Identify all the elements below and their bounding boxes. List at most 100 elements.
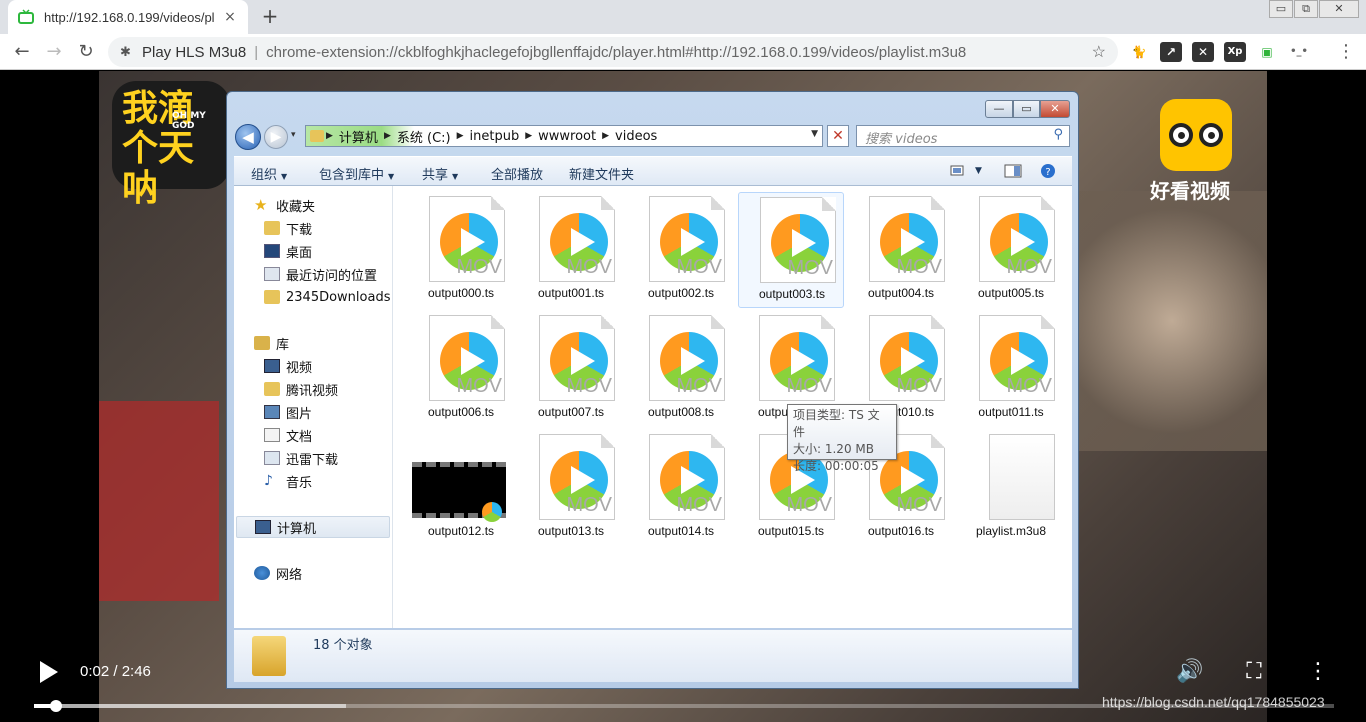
bookmark-star-icon[interactable]: ☆ <box>1092 42 1106 62</box>
search-icon[interactable]: ⚲ <box>1053 127 1063 142</box>
face-extension-icon[interactable]: •_• <box>1288 42 1310 62</box>
play-all-button[interactable]: 全部播放 <box>491 164 543 183</box>
view-options-icon[interactable] <box>950 163 968 179</box>
nav-network[interactable]: 网络 <box>254 563 302 583</box>
browser-tab[interactable]: http://192.168.0.199/videos/pl × <box>8 0 248 34</box>
explorer-body: ★ 收藏夹 下载 桌面 最近访问的位置 2345Downloads 库 视频 腾讯… <box>234 186 1072 628</box>
seek-handle[interactable] <box>50 700 63 712</box>
explorer-address-bar[interactable]: ▶ 计算机 ▶ 系统 (C:) ▶ inetpub ▶ wwwroot ▶ vi… <box>305 125 823 147</box>
nav-recent-places[interactable]: 最近访问的位置 <box>264 264 377 284</box>
volume-icon[interactable]: 🔊 <box>1176 659 1204 685</box>
maximize-button[interactable]: ▭ <box>1013 100 1040 118</box>
new-folder-button[interactable]: 新建文件夹 <box>569 164 634 183</box>
breadcrumb-drive[interactable]: 系统 (C:) <box>397 127 451 146</box>
file-item[interactable]: MOV output003.ts <box>738 192 844 308</box>
recent-pages-icon[interactable]: ▾ <box>291 130 296 140</box>
file-item[interactable]: MOV output013.ts <box>518 430 624 546</box>
nav-xunlei-downloads[interactable]: 迅雷下载 <box>264 448 338 468</box>
breadcrumb-computer[interactable]: 计算机 <box>339 127 378 146</box>
include-label: 包含到库中 <box>319 168 385 183</box>
close-window-button[interactable]: ✕ <box>1319 0 1359 18</box>
file-item[interactable]: MOV output008.ts <box>628 311 734 427</box>
chevron-right-icon[interactable]: ▶ <box>326 131 333 141</box>
tab-close-icon[interactable]: × <box>222 9 238 25</box>
more-options-icon[interactable]: ⋮ <box>1304 659 1332 685</box>
fullscreen-icon[interactable]: ⛶ <box>1240 659 1268 685</box>
file-name: output006.ts <box>427 405 495 419</box>
chevron-down-icon[interactable]: ▼ <box>811 129 818 139</box>
xp-extension-icon[interactable]: Xp <box>1224 42 1246 62</box>
forward-button[interactable]: ▶ <box>264 125 288 149</box>
file-item[interactable]: MOV output004.ts <box>848 192 954 308</box>
chevron-down-icon[interactable]: ▼ <box>975 166 982 176</box>
breadcrumb-inetpub[interactable]: inetpub <box>470 129 520 144</box>
back-arrow-icon[interactable]: ← <box>10 40 34 64</box>
mov-badge: MOV <box>896 494 942 516</box>
file-name: output016.ts <box>867 524 935 538</box>
nav-desktop[interactable]: 桌面 <box>264 241 312 261</box>
file-item[interactable]: MOV output001.ts <box>518 192 624 308</box>
file-item[interactable]: MOV output000.ts <box>408 192 514 308</box>
stop-icon[interactable]: ✕ <box>827 125 849 147</box>
file-item[interactable]: MOV output014.ts <box>628 430 734 546</box>
file-name: output007.ts <box>537 405 605 419</box>
back-button[interactable]: ◀ <box>235 124 261 150</box>
desktop-label: 桌面 <box>286 245 313 261</box>
x-extension-icon[interactable]: ✕ <box>1192 42 1214 62</box>
breadcrumb-wwwroot[interactable]: wwwroot <box>538 129 596 144</box>
forward-arrow-icon[interactable]: → <box>42 40 66 64</box>
file-item[interactable]: MOV output006.ts <box>408 311 514 427</box>
extensions-bar: 🐈 ↗ ✕ Xp ▣ •_• <box>1128 42 1310 62</box>
breadcrumb-videos[interactable]: videos <box>615 129 657 144</box>
chevron-right-icon[interactable]: ▶ <box>457 131 464 141</box>
mov-badge: MOV <box>566 375 612 397</box>
file-item[interactable]: MOV output007.ts <box>518 311 624 427</box>
nav-videos[interactable]: 视频 <box>264 356 312 376</box>
help-icon[interactable]: ? <box>1039 163 1057 179</box>
share-menu[interactable]: 共享 ▼ <box>422 164 458 183</box>
haokan-logo-icon <box>1160 99 1232 171</box>
file-tooltip: 项目类型: TS 文件 大小: 1.20 MB 长度: 00:00:05 <box>787 404 897 473</box>
cat-extension-icon[interactable]: 🐈 <box>1128 42 1150 62</box>
minimize-button[interactable]: — <box>985 100 1013 118</box>
mov-badge: MOV <box>896 256 942 278</box>
tv-extension-icon[interactable]: ▣ <box>1256 42 1278 62</box>
puzzle-icon: ✱ <box>120 44 131 59</box>
file-item[interactable]: MOV output011.ts <box>958 311 1064 427</box>
preview-pane-icon[interactable] <box>1004 163 1022 179</box>
nav-documents[interactable]: 文档 <box>264 425 312 445</box>
nav-pictures[interactable]: 图片 <box>264 402 312 422</box>
play-icon[interactable] <box>36 659 60 685</box>
new-tab-button[interactable]: + <box>259 6 281 28</box>
file-item[interactable]: MOV output005.ts <box>958 192 1064 308</box>
mov-badge: MOV <box>456 256 502 278</box>
organize-menu[interactable]: 组织 ▼ <box>251 164 287 183</box>
file-item[interactable]: MOV output002.ts <box>628 192 734 308</box>
chevron-right-icon[interactable]: ▶ <box>602 131 609 141</box>
chevron-right-icon[interactable]: ▶ <box>384 131 391 141</box>
ts-file-icon: MOV <box>539 196 615 282</box>
reload-icon[interactable]: ↻ <box>74 40 98 64</box>
chart-extension-icon[interactable]: ↗ <box>1160 42 1182 62</box>
file-item[interactable]: playlist.m3u8 <box>958 430 1064 546</box>
nav-favorites[interactable]: ★ 收藏夹 <box>254 195 315 215</box>
nav-downloads[interactable]: 下载 <box>264 218 312 238</box>
chevron-down-icon: ▼ <box>452 172 459 181</box>
nav-libraries[interactable]: 库 <box>254 333 289 353</box>
minimize-window-button[interactable]: ▭ <box>1269 0 1293 18</box>
blank-file-icon <box>989 434 1055 520</box>
search-input[interactable]: 搜索 videos ⚲ <box>856 125 1070 147</box>
restore-window-button[interactable]: ⧉ <box>1294 0 1318 18</box>
favorites-label: 收藏夹 <box>276 199 316 215</box>
close-button[interactable]: ✕ <box>1040 100 1070 118</box>
chevron-right-icon[interactable]: ▶ <box>525 131 532 141</box>
address-bar[interactable]: ✱ Play HLS M3u8 | chrome-extension://ckb… <box>108 37 1118 67</box>
nav-2345downloads[interactable]: 2345Downloads <box>264 287 390 307</box>
file-item[interactable]: output012.ts <box>408 430 514 546</box>
nav-tencent-video[interactable]: 腾讯视频 <box>264 379 338 399</box>
include-in-library-menu[interactable]: 包含到库中 ▼ <box>319 164 394 183</box>
chrome-menu-icon[interactable]: ⋮ <box>1334 40 1358 64</box>
nav-computer[interactable]: 计算机 <box>236 516 390 538</box>
nav-music[interactable]: ♪ 音乐 <box>264 471 312 491</box>
ts-file-icon: MOV <box>429 315 505 401</box>
